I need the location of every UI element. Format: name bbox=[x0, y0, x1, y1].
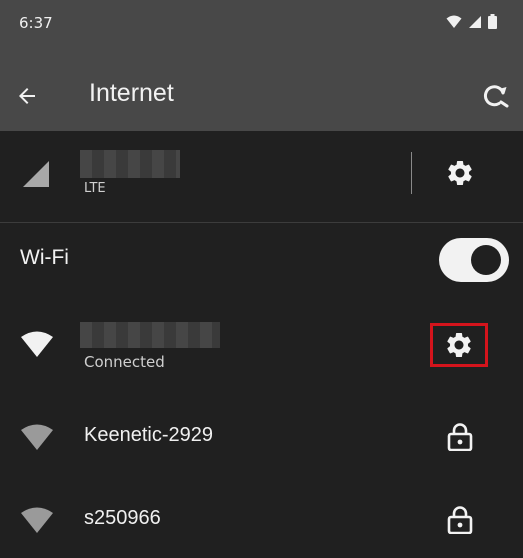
mobile-network-settings-button[interactable] bbox=[443, 156, 477, 190]
network-row-s250966[interactable] bbox=[0, 480, 523, 558]
redacted-network-name bbox=[80, 322, 220, 348]
mobile-network-type: LTE bbox=[84, 181, 106, 196]
status-icons bbox=[446, 14, 497, 29]
status-time: 6:37 bbox=[19, 14, 53, 32]
connected-network-settings-button[interactable] bbox=[430, 323, 488, 367]
wifi-label: Wi-Fi bbox=[20, 246, 69, 269]
page-title: Internet bbox=[89, 79, 174, 107]
wifi-status-icon bbox=[446, 15, 462, 28]
refresh-button[interactable] bbox=[477, 78, 513, 114]
mobile-signal-icon bbox=[23, 161, 49, 187]
wifi-full-icon bbox=[21, 331, 53, 357]
lock-icon bbox=[447, 423, 473, 451]
lock-icon bbox=[447, 506, 473, 534]
gear-icon bbox=[447, 333, 471, 357]
header-bar bbox=[0, 0, 523, 131]
redacted-carrier-name bbox=[80, 150, 180, 178]
wifi-signal-icon bbox=[21, 424, 53, 450]
toggle-thumb bbox=[471, 245, 501, 275]
gear-icon bbox=[448, 161, 472, 185]
refresh-icon bbox=[483, 85, 509, 108]
wifi-signal-icon bbox=[21, 507, 53, 533]
network-status: Connected bbox=[84, 353, 165, 371]
network-row-keenetic[interactable] bbox=[0, 395, 523, 477]
cell-signal-icon bbox=[469, 15, 481, 28]
network-name: Keenetic-2929 bbox=[84, 424, 213, 446]
wifi-toggle-switch[interactable] bbox=[439, 238, 509, 282]
network-name: s250966 bbox=[84, 507, 161, 529]
back-button[interactable] bbox=[12, 81, 42, 111]
arrow-left-icon bbox=[19, 88, 35, 104]
battery-icon bbox=[488, 14, 497, 29]
vertical-divider bbox=[411, 152, 412, 194]
